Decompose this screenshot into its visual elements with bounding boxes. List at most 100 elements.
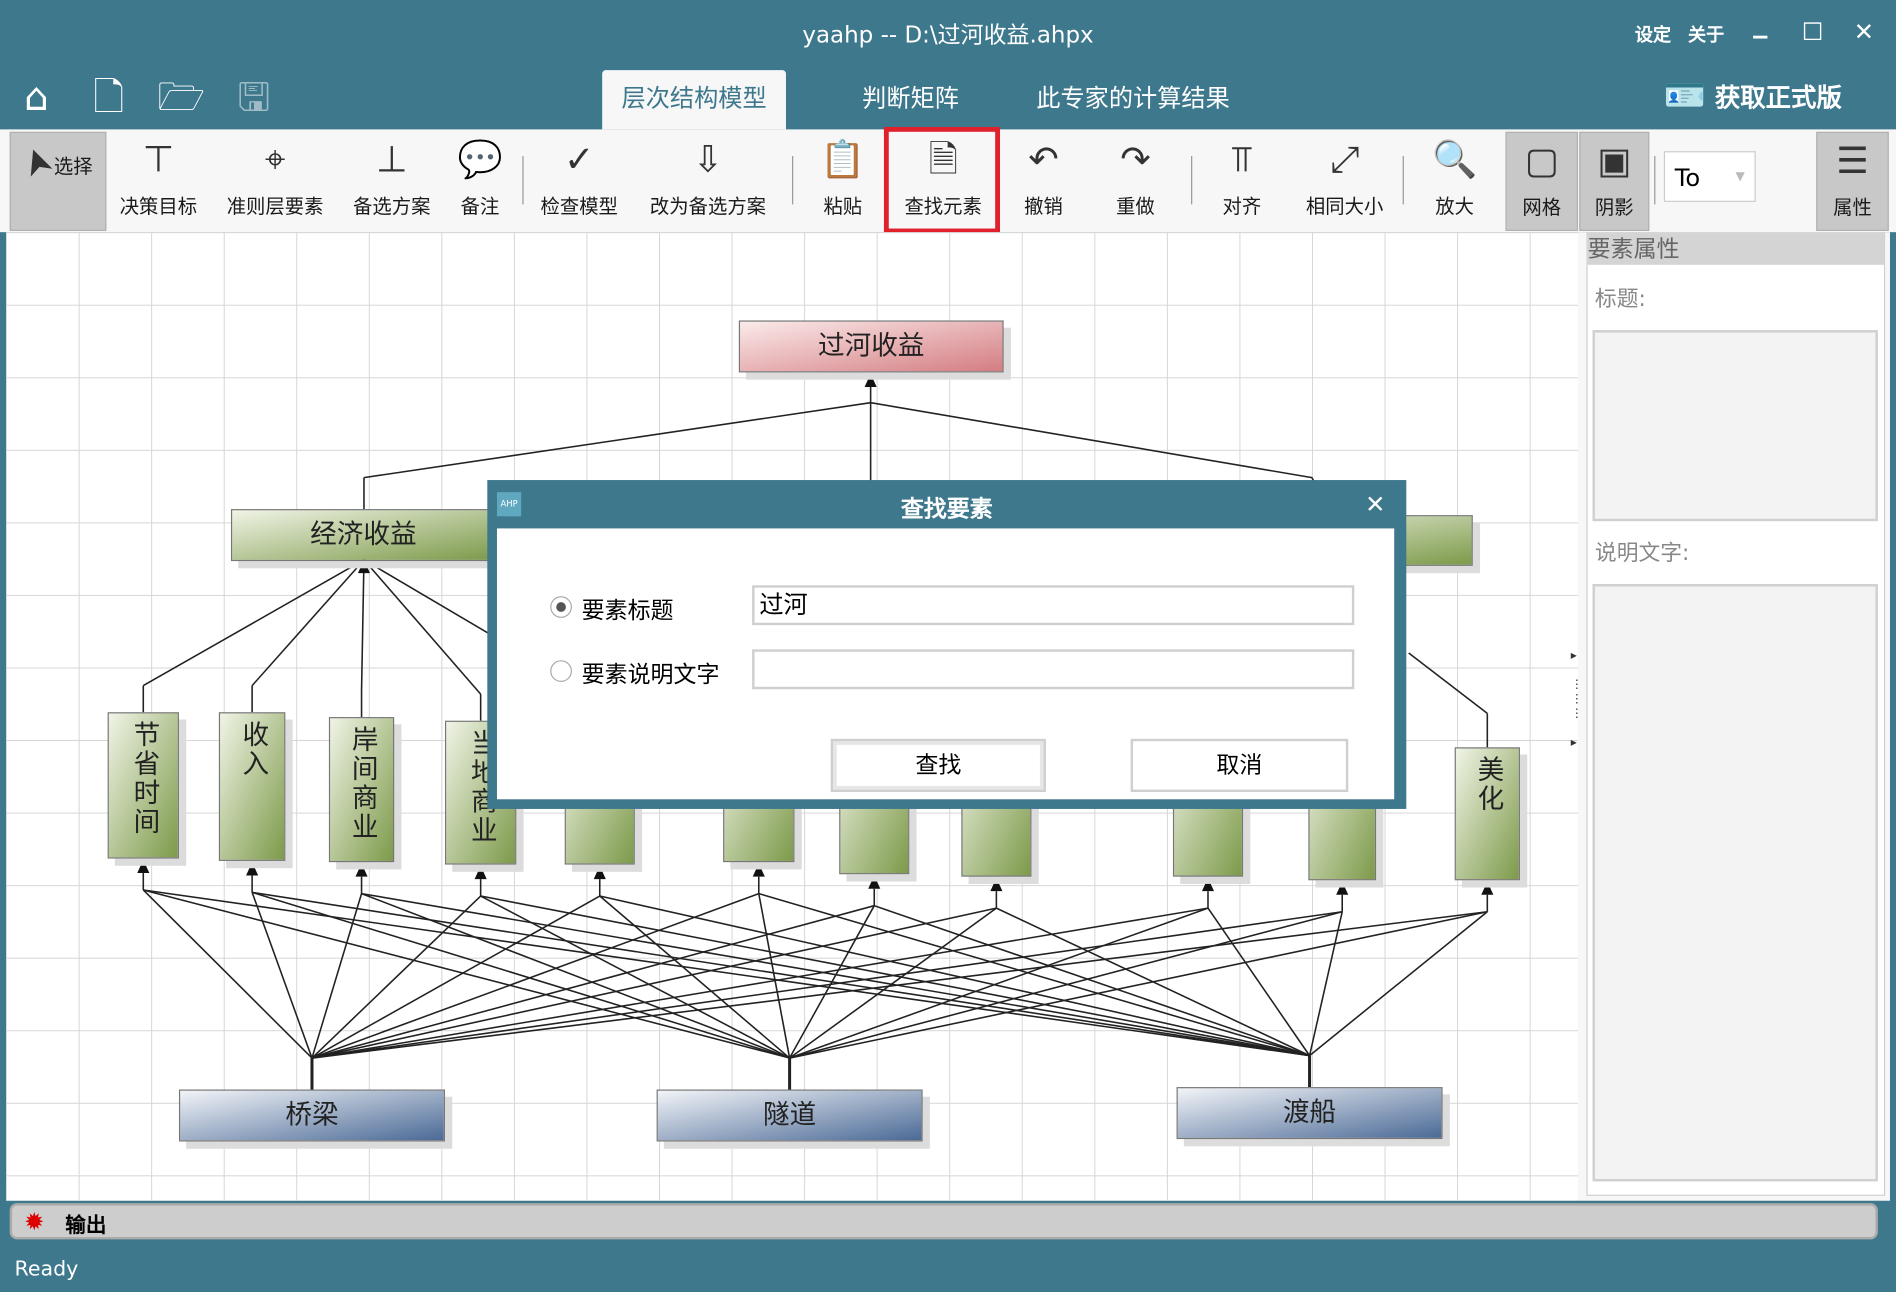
settings-menu[interactable]: 设定 [1635,22,1671,47]
alternative-node[interactable]: 桥梁 [178,1089,445,1142]
maximize-button[interactable]: ☐ [1802,17,1824,46]
toolbar-label: 备注 [460,194,500,218]
description-label: 说明文字: [1594,540,1690,566]
toolbar-label: 撤销 [1024,194,1063,218]
toolbar-properties-button[interactable]: ☰ 属性 [1816,131,1889,231]
toolbar-align-button[interactable]: ⫪ 对齐 [1204,132,1279,229]
properties-icon: ☰ [1836,140,1869,183]
toolbar-arrow-down-button[interactable]: ⇩ 改为备选方案 [638,132,777,229]
close-button[interactable]: ✕ [1854,17,1874,46]
connection-line [311,910,1488,1059]
zoom-in-icon: 🔍 [1432,139,1478,182]
connection-line [758,892,1310,1057]
toolbar-separator [792,155,794,205]
title-bar: yaahp -- D:\过河收益.ahpx 设定 关于 ▁ ☐ ✕ [0,0,1896,67]
node-label: 隧道 [762,1100,817,1131]
get-license-button[interactable]: 🪪 获取正式版 [1664,75,1842,115]
panel-splitter[interactable]: ▸ ⋮ ⋮ ⋮ ▸ [1571,649,1583,751]
toolbar-label: 相同大小 [1305,194,1384,218]
grid-icon: ▢ [1524,140,1559,183]
cancel-button[interactable]: 取消 [1130,738,1349,793]
node-label: 桥梁 [285,1100,339,1131]
criterion-node[interactable]: 美化 [1454,747,1520,881]
toolbar-label: 备选方案 [353,194,431,218]
save-icon[interactable]: 🖫 [230,73,278,121]
shadow-icon: ▣ [1597,140,1632,183]
title-search-input[interactable]: 过河 [752,585,1355,626]
toolbar-grid-button[interactable]: ▢ 网格 [1505,131,1579,231]
same-size-icon: ⤢ [1330,139,1360,182]
redo-icon: ↷ [1120,139,1151,182]
goal-node[interactable]: 过河收益 [738,320,1004,373]
status-text: Ready [14,1257,79,1282]
output-bar[interactable]: ✹ 输出 [9,1203,1878,1240]
toolbar-paste-button[interactable]: 📋 粘贴 [808,132,878,229]
dialog-title: 查找要素 [900,495,993,523]
toolbar-pointer-button[interactable]: ➤选择 [9,131,107,231]
description-search-input[interactable] [752,649,1355,690]
alternative-icon: ⊥ [375,139,408,182]
connection-line [1408,652,1488,715]
font-select[interactable]: To ▼ [1663,151,1756,202]
toolbar-zoom-in-button[interactable]: 🔍 放大 [1417,132,1492,229]
open-folder-icon[interactable]: 🗁 [157,73,205,121]
new-file-icon[interactable]: 🗋 [85,73,133,121]
toolbar-comment-button[interactable]: 💬 备注 [450,132,510,229]
dialog-close-button[interactable]: ✕ [1365,490,1385,519]
arrow-head [990,877,1003,892]
criterion-node[interactable]: 收入 [218,712,286,861]
arrow-head [1481,881,1494,895]
about-menu[interactable]: 关于 [1688,22,1724,47]
find-button[interactable]: 查找 [830,738,1046,793]
align-icon: ⫪ [1231,139,1253,182]
toolbar-label: 属性 [1833,195,1872,219]
toolbar-redo-button[interactable]: ↷ 重做 [1096,132,1176,229]
radio-element-description[interactable] [550,660,572,682]
connection-line [758,893,791,1059]
toolbar-goal-button[interactable]: ⊤ 决策目标 [111,132,205,229]
toolbar-shadow-button[interactable]: ▣ 阴影 [1579,131,1650,231]
connection-line [789,910,1343,1059]
toolbar-same-size-button[interactable]: ⤢ 相同大小 [1296,132,1393,229]
toolbar-alternative-button[interactable]: ⊥ 备选方案 [343,132,440,229]
toolbar-label: 阴影 [1594,195,1634,219]
title-label: 标题: [1594,286,1646,312]
arrow-head [864,373,877,387]
toolbar-label: 放大 [1435,194,1475,218]
alternative-node[interactable]: 隧道 [656,1089,923,1142]
license-icon: 🪪 [1663,74,1707,115]
toolbar-label: 决策目标 [119,194,198,218]
toolbar-label: 检查模型 [540,194,618,218]
tab-expert-results[interactable]: 此专家的计算结果 [1017,70,1249,129]
output-icon: ✹ [24,1206,45,1236]
connection-line [363,401,871,479]
home-icon[interactable]: ⌂ [12,73,60,121]
connection-line [142,889,313,1059]
connection-line [1309,911,1488,1057]
output-label: 输出 [65,1214,107,1239]
find-element-dialog: AHP 查找要素 ✕ 要素标题 要素说明文字 过河 查找 取消 [487,480,1407,809]
find-element-highlight [883,126,1001,234]
toolbar-separator [1402,155,1404,205]
criterion-node[interactable]: 岸间商业 [328,717,395,863]
connection-line [788,905,875,1059]
tab-hierarchy-model[interactable]: 层次结构模型 [602,70,786,130]
window-title: yaahp -- D:\过河收益.ahpx [802,21,1094,49]
criterion-node[interactable]: 经济收益 [230,509,496,562]
minimize-button[interactable]: ▁ [1753,17,1767,39]
goal-icon: ⊤ [142,139,175,182]
toolbar-criteria-button[interactable]: ⌖ 准则层要素 [218,132,333,229]
radio-element-title[interactable] [550,596,572,618]
toolbar-undo-button[interactable]: ↶ 撤销 [1006,132,1081,229]
check-icon: ✓ [563,139,595,182]
arrow-head [474,865,487,880]
criterion-node[interactable]: 节省时间 [107,712,179,859]
toolbar-check-button[interactable]: ✓ 检查模型 [532,132,626,229]
properties-header: 要素属性 [1587,233,1884,265]
criteria-icon: ⌖ [264,139,286,182]
title-field[interactable] [1592,330,1878,522]
description-field[interactable] [1592,584,1878,1182]
tab-judgment-matrix[interactable]: 判断矩阵 [843,70,978,129]
radio-element-title-label: 要素标题 [581,597,674,624]
alternative-node[interactable]: 渡船 [1176,1087,1443,1140]
